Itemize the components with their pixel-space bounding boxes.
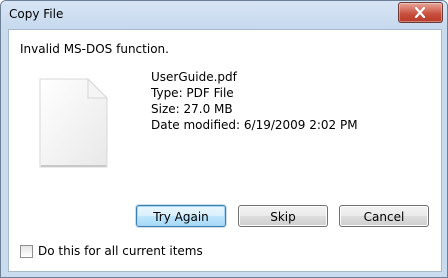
file-size: Size: 27.0 MB bbox=[151, 102, 233, 116]
cancel-button[interactable]: Cancel bbox=[339, 205, 429, 227]
file-details: UserGuide.pdf Type: PDF File Size: 27.0 … bbox=[151, 69, 358, 133]
apply-to-all-checkbox[interactable] bbox=[20, 244, 33, 258]
error-message: Invalid MS-DOS function. bbox=[20, 42, 169, 56]
apply-to-all-row[interactable]: Do this for all current items bbox=[20, 243, 203, 259]
try-again-button[interactable]: Try Again bbox=[136, 205, 226, 227]
dialog-content: Invalid MS-DOS function. UserGuide.pdf T… bbox=[9, 30, 441, 271]
dialog-client-area: Invalid MS-DOS function. UserGuide.pdf T… bbox=[8, 29, 442, 272]
file-type: Type: PDF File bbox=[151, 86, 234, 100]
file-name: UserGuide.pdf bbox=[151, 70, 237, 84]
generic-file-icon bbox=[39, 77, 109, 168]
window-title: Copy File bbox=[9, 7, 64, 21]
skip-button[interactable]: Skip bbox=[238, 205, 328, 227]
titlebar: Copy File bbox=[1, 1, 447, 29]
copy-file-dialog-window: Copy File Invalid MS-DOS function. UserG… bbox=[0, 0, 448, 278]
close-button[interactable] bbox=[398, 2, 443, 23]
apply-to-all-label[interactable]: Do this for all current items bbox=[38, 244, 203, 258]
file-date-modified: Date modified: 6/19/2009 2:02 PM bbox=[151, 118, 358, 132]
close-icon bbox=[414, 7, 426, 18]
